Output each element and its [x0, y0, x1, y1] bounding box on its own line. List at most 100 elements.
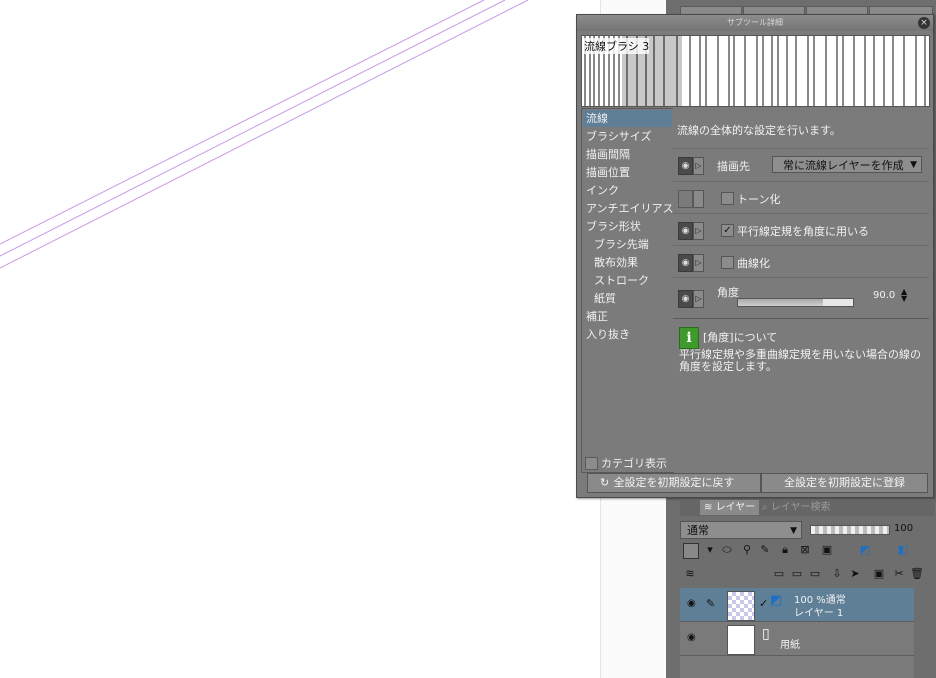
- row-parallel-ruler: ◉ ▷ ✓ 平行線定規を角度に用いる: [673, 213, 929, 246]
- transfer-down-icon[interactable]: ⇩: [830, 567, 844, 581]
- layer-thumbnail: [727, 625, 755, 655]
- brush-stroke-preview: 流線ブラシ 3: [581, 35, 930, 107]
- blend-mode-select[interactable]: 通常 ▼: [680, 521, 802, 539]
- layer-row[interactable]: ◉ ▯ 用紙: [680, 622, 914, 656]
- category-item-antialias[interactable]: アンチエイリアス: [586, 200, 674, 217]
- layer-color-swatch-icon[interactable]: ◧: [896, 543, 910, 557]
- drawing-canvas[interactable]: [0, 0, 600, 678]
- new-raster-layer-icon[interactable]: ▭: [772, 567, 786, 581]
- category-item-draw-interval[interactable]: 描画間隔: [586, 146, 630, 163]
- parallel-ruler-label: 平行線定規を角度に用いる: [737, 225, 869, 238]
- create-mask-icon[interactable]: ▣: [872, 567, 886, 581]
- curve-label: 曲線化: [737, 257, 770, 270]
- reset-button-label: 全設定を初期設定に戻す: [613, 476, 735, 489]
- register-default-button[interactable]: 全設定を初期設定に登録: [761, 473, 928, 493]
- layer-color-icon[interactable]: [683, 543, 699, 559]
- trash-icon[interactable]: 🗑︎: [910, 567, 924, 581]
- expand-arrow-icon[interactable]: ▷: [693, 254, 704, 272]
- check-icon: ✓: [759, 597, 769, 610]
- layer-panel-tabs: ≋ レイヤー ⌕ レイヤー検索: [680, 499, 935, 516]
- draft-icon[interactable]: ✎: [758, 543, 772, 557]
- category-item-draw-position[interactable]: 描画位置: [586, 164, 630, 181]
- category-list: 流線 ブラシサイズ 描画間隔 描画位置 インク アンチエイリアス ブラシ形状 ブ…: [581, 108, 674, 473]
- category-item-brush-tip[interactable]: ブラシ先端: [594, 236, 649, 253]
- expand-arrow-icon[interactable]: [693, 190, 704, 208]
- eye-icon[interactable]: ◉: [678, 290, 693, 308]
- category-item-paper-texture[interactable]: 紙質: [594, 290, 616, 307]
- layer-name: レイヤー 1: [794, 608, 844, 619]
- chevron-down-icon: ▼: [790, 526, 797, 536]
- category-item-stream-line[interactable]: 流線: [583, 110, 672, 127]
- expand-arrow-icon[interactable]: ▷: [693, 222, 704, 240]
- new-vector-layer-icon[interactable]: ▭: [790, 567, 804, 581]
- layer-row[interactable]: ◉ ✎ ✓ ◩ 100 %通常 レイヤー 1: [680, 588, 914, 622]
- parallel-ruler-checkbox[interactable]: ✓: [721, 224, 734, 237]
- opacity-slider[interactable]: [810, 525, 890, 535]
- ruler-icon[interactable]: ◩: [858, 543, 872, 557]
- dialog-title: サブツール詳細: [577, 15, 933, 31]
- tab-layer-label: レイヤー: [715, 502, 756, 513]
- draw-to-value: 常に流線レイヤーを作成: [783, 159, 904, 172]
- info-text: 平行線定規や多重曲線定規を用いない場合の線の角度を設定します。: [679, 348, 921, 373]
- expand-arrow-icon[interactable]: ▷: [693, 157, 704, 175]
- reference-icon[interactable]: ⚲: [740, 543, 754, 557]
- apply-mask-icon[interactable]: ✂: [892, 567, 906, 581]
- category-item-start-end[interactable]: 入り抜き: [586, 326, 630, 343]
- eye-icon[interactable]: ◉: [678, 254, 693, 272]
- tab-layer-search-label: レイヤー検索: [770, 502, 831, 513]
- stream-line-layer-icon: ◩: [770, 593, 783, 608]
- angle-slider[interactable]: [737, 298, 854, 307]
- layer-stack-icon: ≋: [704, 502, 716, 513]
- tab-layer-search[interactable]: ⌕ レイヤー検索: [758, 500, 834, 515]
- category-item-correction[interactable]: 補正: [586, 308, 608, 325]
- chevron-down-icon: ▼: [910, 160, 917, 170]
- new-folder-icon[interactable]: ▭: [808, 567, 822, 581]
- eye-icon[interactable]: ◉: [678, 222, 693, 240]
- chevron-down-icon[interactable]: ▾: [703, 543, 717, 557]
- category-display-checkbox[interactable]: [585, 456, 598, 470]
- row-draw-to: ◉ ▷ 描画先 常に流線レイヤーを作成 ▼: [673, 148, 929, 182]
- close-icon[interactable]: ×: [918, 17, 930, 29]
- draw-to-select[interactable]: 常に流線レイヤーを作成 ▼: [772, 156, 922, 173]
- category-item-spray[interactable]: 散布効果: [594, 254, 638, 271]
- tone-checkbox[interactable]: [721, 192, 734, 205]
- category-display-toggle[interactable]: カテゴリ表示: [585, 455, 667, 471]
- info-icon: i: [679, 327, 699, 349]
- category-item-brush-size[interactable]: ブラシサイズ: [586, 128, 651, 145]
- preview-brush-name: 流線ブラシ 3: [584, 38, 650, 54]
- mask-icon[interactable]: ▣: [820, 543, 834, 557]
- spinner-icon[interactable]: ▲ ▼: [901, 288, 907, 303]
- search-icon: ⌕: [762, 502, 771, 513]
- layer-stack-icon[interactable]: ≋: [683, 567, 697, 581]
- clip-icon[interactable]: ⬭: [720, 543, 734, 557]
- reset-all-settings-button[interactable]: ↻ 全設定を初期設定に戻す: [587, 473, 761, 493]
- angle-value: 90.0: [873, 290, 896, 301]
- eye-icon[interactable]: ◉: [687, 598, 696, 609]
- blend-mode-value: 通常: [687, 524, 709, 537]
- eye-icon[interactable]: ◉: [678, 157, 693, 175]
- curve-checkbox[interactable]: [721, 256, 734, 269]
- eye-icon[interactable]: ◉: [687, 632, 696, 643]
- layer-list: ◉ ✎ ✓ ◩ 100 %通常 レイヤー 1 ◉ ▯ 用紙: [680, 588, 914, 678]
- row-curve: ◉ ▷ 曲線化: [673, 245, 929, 278]
- category-item-brush-shape[interactable]: ブラシ形状: [586, 218, 641, 235]
- lock-icon[interactable]: 🔒︎: [778, 543, 792, 557]
- paper-layer-icon: ▯: [762, 626, 770, 642]
- row-tone: トーン化: [673, 181, 929, 214]
- cursor-icon: ➤: [850, 567, 860, 580]
- row-angle: ◉ ▷ 角度 90.0 ▲ ▼: [673, 277, 929, 318]
- draw-to-label: 描画先: [717, 160, 750, 173]
- category-description: 流線の全体的な設定を行います。: [677, 124, 841, 137]
- expand-arrow-icon[interactable]: ▷: [693, 290, 704, 308]
- category-item-ink[interactable]: インク: [586, 182, 619, 199]
- category-item-stroke[interactable]: ストローク: [594, 272, 649, 289]
- angle-slider-fill: [738, 299, 824, 306]
- tab-layer[interactable]: ≋ レイヤー: [700, 500, 760, 515]
- info-title: [角度]について: [703, 331, 778, 344]
- eye-icon[interactable]: [678, 190, 693, 208]
- parallel-guide-lines: [0, 0, 529, 269]
- lock-transparent-icon[interactable]: ⊠: [798, 543, 812, 557]
- layer-name: 用紙: [780, 640, 800, 651]
- settings-pane: 流線の全体的な設定を行います。 ◉ ▷ 描画先 常に流線レイヤーを作成 ▼ トー…: [673, 108, 929, 472]
- tone-label: トーン化: [737, 193, 781, 206]
